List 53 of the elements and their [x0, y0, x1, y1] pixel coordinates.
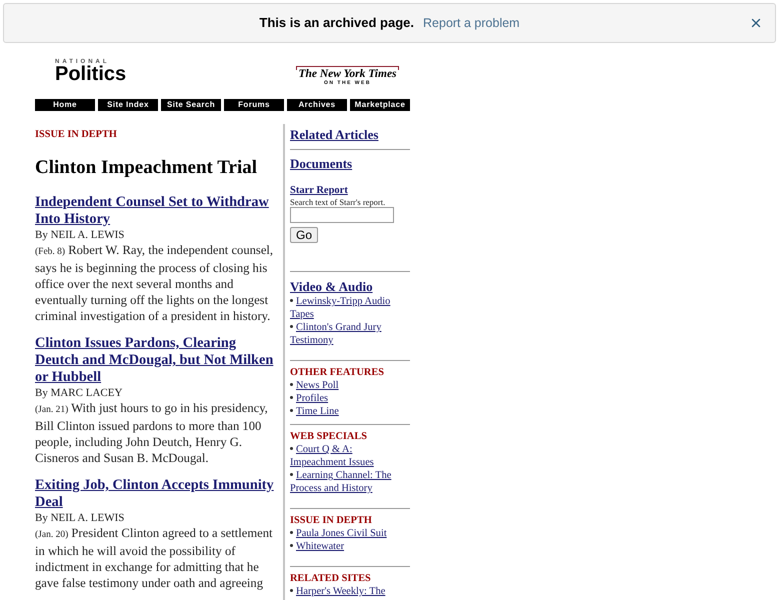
nav-button[interactable]: Forums [224, 99, 284, 111]
article-byline: By NEIL A. LEWIS [35, 511, 124, 525]
logo-title: Politics [55, 65, 126, 83]
article-summary: (Feb. 8) Robert W. Ray, the independent counsel, says he is beginning the process of closing his office over the next several months and eventually turning off the lights on the longest criminal investigation of a president in history. [35, 242, 274, 324]
sidebar-link[interactable]: Time Line [290, 405, 410, 418]
category-label: ISSUE IN DEPTH [290, 514, 372, 527]
bullet-icon [290, 589, 293, 592]
bullet-icon [290, 544, 293, 548]
nav-button[interactable]: Site Search [161, 99, 221, 111]
bullet-icon [290, 383, 293, 386]
category-label: OTHER FEATURES [290, 366, 384, 379]
archive-message: This is an archived page. [259, 14, 414, 32]
report-problem-link[interactable]: Report a problem [423, 14, 520, 33]
bullet-icon [290, 396, 293, 400]
bullet-icon [290, 325, 293, 328]
section-heading-link[interactable]: Documents [290, 155, 352, 172]
article-summary: (Jan. 21) With just hours to go in his presidency, Bill Clinton issued pardons to more than 100 people, including John Deutch, Henry G. Cisneros and Susan B. McDougal. [35, 400, 269, 466]
section-heading-link[interactable]: Related Articles [290, 126, 378, 143]
section-label: ISSUE IN DEPTH [35, 128, 117, 141]
bullet-icon [290, 409, 293, 412]
sidebar-link[interactable]: Whitewater [290, 540, 410, 553]
page-title: Clinton Impeachment Trial [35, 156, 258, 180]
nav-button[interactable]: Home [35, 99, 95, 111]
section-heading-link[interactable]: Video & Audio [290, 278, 373, 295]
bullet-icon [290, 447, 293, 450]
nav-button[interactable]: Archives [287, 99, 347, 111]
article-headline-link[interactable]: Clinton Issues Pardons, Clearing Deutch and McDougal, but Not Milken or Hubbell [35, 335, 281, 386]
close-icon[interactable] [749, 16, 763, 30]
partner-wordmark: The New York Times [298, 69, 397, 80]
article-headline-link[interactable]: Exiting Job, Clinton Accepts Immunity Deal [35, 477, 281, 511]
nav-button[interactable]: Marketplace [350, 99, 410, 111]
sidebar-link[interactable]: Clinton's Grand Jury Testimony [290, 321, 410, 347]
bullet-icon [290, 473, 293, 476]
sidebar-link[interactable]: Court Q & A: Impeachment Issues [290, 443, 410, 469]
search-input[interactable] [290, 207, 394, 223]
document-link[interactable]: Starr Report [290, 184, 348, 197]
sidebar-link[interactable]: Lewinsky-Tripp Audio Tapes [290, 295, 410, 321]
sidebar-link[interactable]: Profiles [290, 392, 410, 405]
sidebar-link[interactable]: News Poll [290, 379, 410, 392]
nav-button[interactable]: Site Index [98, 99, 158, 111]
bullet-icon [290, 531, 293, 534]
sidebar-link[interactable]: Learning Channel: The Process and History [290, 469, 410, 495]
sidebar-link[interactable]: Harper's Weekly: The [290, 585, 410, 598]
bullet-icon [290, 299, 293, 302]
sidebar-link[interactable]: Paula Jones Civil Suit [290, 527, 410, 540]
category-label: RELATED SITES [290, 572, 371, 585]
article-byline: By NEIL A. LEWIS [35, 228, 124, 242]
article-byline: By MARC LACEY [35, 386, 122, 400]
search-hint: Search text of Starr's report. [290, 197, 386, 207]
category-label: WEB SPECIALS [290, 430, 367, 443]
go-button[interactable]: Go [290, 227, 318, 243]
article-headline-link[interactable]: Independent Counsel Set to Withdraw Into History [35, 194, 281, 228]
article-summary: (Jan. 20) President Clinton agreed to a settlement in which he will avoid the possibility of indictment in exchange for admitting that he gave false testimony under oath and agreeing [35, 525, 274, 591]
